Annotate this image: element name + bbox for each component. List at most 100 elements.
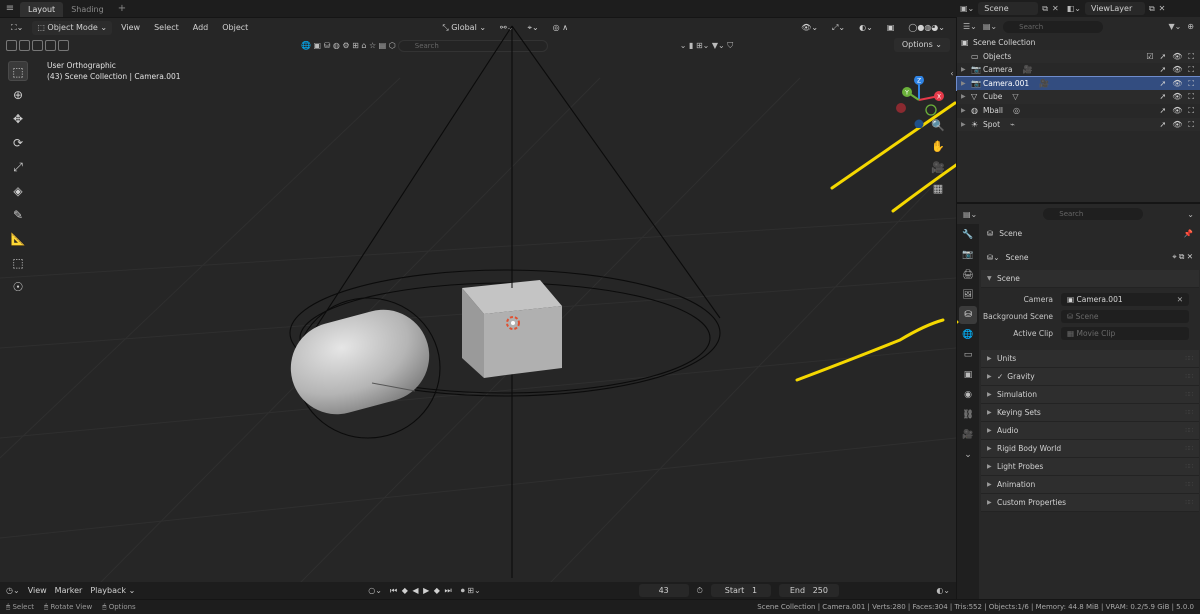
playback-controls-icons[interactable]: ⏮ ◆ ◀ ▶ ◆ ⏭ bbox=[390, 586, 453, 596]
close-view-layer-icon[interactable]: ✕ bbox=[1159, 4, 1166, 13]
render-camera-icon[interactable]: ⛶ bbox=[1188, 77, 1194, 91]
shading-modes-icon[interactable]: ◯●◍◕⌄ bbox=[903, 21, 950, 35]
expand-arrow-icon[interactable]: ▶ bbox=[961, 63, 971, 77]
more-tabs-icon[interactable]: ⌄ bbox=[959, 446, 977, 464]
add-cube-tool-icon[interactable]: ⬚ bbox=[8, 253, 28, 273]
object-tab-icon[interactable]: ▣ bbox=[959, 366, 977, 384]
move-tool-icon[interactable]: ✥ bbox=[8, 109, 28, 129]
panel-custom-properties[interactable]: ▶ Custom Properties ∷∷ bbox=[981, 494, 1199, 512]
gizmo-toggle-icon[interactable]: ⤢⌄ bbox=[827, 21, 850, 35]
scene-tab-icon[interactable]: ⛁ bbox=[959, 306, 977, 324]
panel-scene[interactable]: ▼ Scene bbox=[981, 270, 1199, 288]
select-arrow-icon[interactable]: ➚ bbox=[1160, 77, 1167, 91]
expand-arrow-icon[interactable]: ▶ bbox=[961, 118, 971, 132]
annotate-tool-icon[interactable]: ✎ bbox=[8, 205, 28, 225]
pin-icon[interactable]: 📌 bbox=[1184, 229, 1193, 238]
mode-dropdown[interactable]: ⬚ Object Mode ⌄ bbox=[32, 20, 113, 35]
panel-units[interactable]: ▶ Units ∷∷ bbox=[981, 350, 1199, 368]
properties-options-icon[interactable]: ⌄ bbox=[1187, 210, 1194, 219]
end-frame-field[interactable]: End 250 bbox=[778, 584, 839, 597]
cursor-tool-icon[interactable]: ⊕ bbox=[8, 85, 28, 105]
scene-icon[interactable]: ▣⌄ bbox=[960, 4, 974, 13]
outliner-row-mball[interactable]: ▶ ◍ Mball ◎ ➚ 👁 ⛶ bbox=[957, 104, 1200, 118]
panel-simulation[interactable]: ▶ Simulation ∷∷ bbox=[981, 386, 1199, 404]
editor-type-icon[interactable]: ⛶⌄ bbox=[6, 21, 28, 35]
select-tool-icon[interactable]: ⬚ bbox=[8, 61, 28, 81]
constraints-tab-icon[interactable]: ⛓ bbox=[959, 406, 977, 424]
eye-icon[interactable]: 👁 bbox=[1172, 63, 1182, 77]
timeline-editor-icon[interactable]: ◷⌄ bbox=[6, 586, 20, 595]
clear-icon[interactable]: ✕ bbox=[1177, 293, 1183, 306]
add-workspace-button[interactable]: + bbox=[112, 3, 132, 14]
zoom-icon[interactable]: 🔍 bbox=[928, 116, 948, 136]
expand-arrow-icon[interactable]: ▶ bbox=[961, 77, 971, 91]
measure-tool-icon[interactable]: 📐 bbox=[8, 229, 28, 249]
tab-layout[interactable]: Layout bbox=[20, 2, 64, 17]
expand-arrow-icon[interactable]: ▶ bbox=[961, 90, 971, 104]
copy-scene-icon[interactable]: ⧉ bbox=[1042, 4, 1048, 14]
output-tab-icon[interactable]: 🖨 bbox=[959, 266, 977, 284]
timeline-menu-marker[interactable]: Marker bbox=[55, 586, 83, 595]
render-tab-icon[interactable]: 📷 bbox=[959, 246, 977, 264]
menu-select[interactable]: Select bbox=[149, 21, 184, 35]
eye-icon[interactable]: 👁 bbox=[1172, 50, 1182, 64]
outliner-scene-collection[interactable]: ▣ Scene Collection bbox=[957, 36, 1200, 50]
properties-editor-icon[interactable]: ▤⌄ bbox=[963, 210, 977, 219]
pan-hand-icon[interactable]: ✋ bbox=[928, 137, 948, 157]
scene-datablock-row[interactable]: ⛁⌄ Scene ⌖ ⧉ ✕ bbox=[981, 248, 1199, 266]
hamburger-menu-icon[interactable]: ≡ bbox=[0, 3, 20, 14]
menu-add[interactable]: Add bbox=[188, 21, 214, 35]
copy-view-layer-icon[interactable]: ⧉ bbox=[1149, 4, 1155, 14]
panel-light-probes[interactable]: ▶ Light Probes ∷∷ bbox=[981, 458, 1199, 476]
select-arrow-icon[interactable]: ➚ bbox=[1160, 50, 1167, 64]
outliner-new-collection-icon[interactable]: ⊕ bbox=[1187, 22, 1194, 31]
render-camera-icon[interactable]: ⛶ bbox=[1188, 63, 1194, 77]
start-frame-field[interactable]: Start 1 bbox=[710, 584, 771, 597]
outliner-editor-icon[interactable]: ☰⌄ bbox=[963, 22, 977, 31]
outliner-filter-icon[interactable]: ▼⌄ bbox=[1168, 22, 1181, 31]
stopwatch-icon[interactable]: ⏱ bbox=[697, 586, 703, 596]
panel-animation[interactable]: ▶ Animation ∷∷ bbox=[981, 476, 1199, 494]
select-subtract-icon[interactable] bbox=[32, 40, 43, 51]
current-frame-field[interactable]: 43 bbox=[638, 584, 689, 597]
eye-icon[interactable]: 👁 bbox=[1172, 104, 1182, 118]
viewport-filter-icons[interactable]: ⌄ ▮ ⊞⌄ ▼⌄ ⛉ bbox=[680, 41, 734, 51]
view-layer-tab-icon[interactable]: 🖼 bbox=[959, 286, 977, 304]
select-box-icon[interactable] bbox=[6, 40, 17, 51]
datablock-actions-icons[interactable]: ⌖ ⧉ ✕ bbox=[1172, 252, 1193, 262]
xray-icon[interactable]: ▣ bbox=[882, 21, 900, 35]
perspective-grid-icon[interactable]: ▦ bbox=[928, 179, 948, 199]
select-arrow-icon[interactable]: ➚ bbox=[1160, 90, 1167, 104]
render-camera-icon[interactable]: ⛶ bbox=[1188, 104, 1194, 118]
proportional-edit-icon[interactable]: ◎ ∧ bbox=[548, 21, 573, 35]
panel-gravity[interactable]: ▶ ✓ Gravity ∷∷ bbox=[981, 368, 1199, 386]
panel-audio[interactable]: ▶ Audio ∷∷ bbox=[981, 422, 1199, 440]
keying-icon[interactable]: ○⌄ bbox=[368, 586, 382, 595]
select-invert-icon[interactable] bbox=[45, 40, 56, 51]
data-tab-icon[interactable]: 🎥 bbox=[959, 426, 977, 444]
active-clip-field[interactable]: ▦ Movie Clip bbox=[1061, 327, 1189, 340]
light-tool-icon[interactable]: ☉ bbox=[8, 277, 28, 297]
checkbox-icon[interactable]: ☑ bbox=[1146, 50, 1153, 64]
outliner-row-camera[interactable]: ▶ 📷 Camera 🎥 ➚ 👁 ⛶ bbox=[957, 63, 1200, 77]
viewport-search-input[interactable]: Search bbox=[397, 39, 548, 52]
background-scene-field[interactable]: ⛁ Scene bbox=[1061, 310, 1189, 323]
render-camera-icon[interactable]: ⛶ bbox=[1188, 118, 1194, 132]
properties-search-input[interactable]: Search bbox=[1043, 208, 1144, 220]
scene-datablock-icon[interactable]: ⛁⌄ bbox=[987, 253, 1000, 262]
timeline-menu-view[interactable]: View bbox=[28, 586, 47, 595]
collection-tab-icon[interactable]: ▭ bbox=[959, 346, 977, 364]
view-layer-field[interactable]: ViewLayer bbox=[1084, 2, 1145, 15]
select-arrow-icon[interactable]: ➚ bbox=[1160, 63, 1167, 77]
eye-icon[interactable]: 👁 bbox=[1172, 77, 1182, 91]
checkbox-icon[interactable]: ✓ bbox=[997, 372, 1003, 381]
transform-tool-icon[interactable]: ◈ bbox=[8, 181, 28, 201]
overlays-icon[interactable]: ◐⌄ bbox=[854, 21, 878, 35]
scale-tool-icon[interactable]: ⤢ bbox=[8, 157, 28, 177]
camera-field[interactable]: ▣ Camera.001 ✕ bbox=[1061, 293, 1189, 306]
timeline-menu-playback[interactable]: Playback ⌄ bbox=[90, 586, 135, 595]
render-camera-icon[interactable]: ⛶ bbox=[1188, 90, 1194, 104]
select-extend-icon[interactable] bbox=[19, 40, 30, 51]
tab-shading[interactable]: Shading bbox=[63, 2, 112, 17]
3d-viewport[interactable]: ⛶⌄ ⬚ Object Mode ⌄ View Select Add Objec… bbox=[0, 17, 956, 582]
